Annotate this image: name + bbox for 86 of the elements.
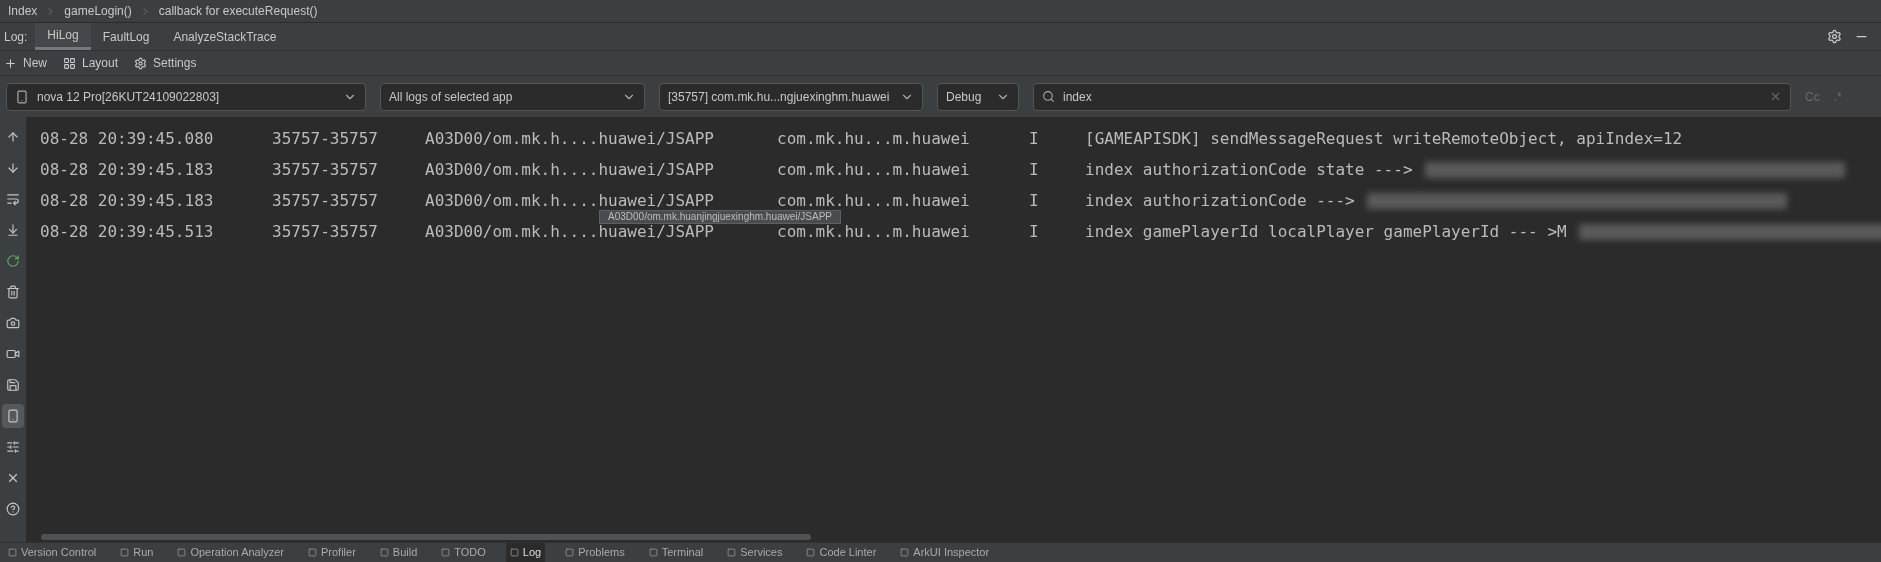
- side-tool-button[interactable]: [2, 404, 24, 428]
- breadcrumb-item[interactable]: Index: [8, 2, 38, 20]
- arrow-down-icon: [6, 161, 20, 175]
- log-message: [GAMEAPISDK] sendMessageRequest writeRemoteObject, apiIndex=12: [1085, 130, 1683, 147]
- tool-window-icon: [648, 548, 658, 557]
- tool-window-icon: [307, 548, 317, 557]
- log-pid: 35757-35757: [272, 161, 379, 178]
- log-time: 08-28 20:39:45.183: [40, 161, 215, 178]
- plus-icon: [4, 56, 17, 70]
- save-icon: [6, 378, 20, 392]
- breadcrumb-item[interactable]: callback for executeRequest(): [158, 2, 318, 20]
- tool-window-tab[interactable]: Run: [116, 543, 158, 562]
- device-dropdown[interactable]: nova 12 Pro[26KUT24109022803]: [6, 82, 366, 111]
- settings-icon[interactable]: [1827, 29, 1842, 44]
- tool-window-tab[interactable]: Problems: [561, 543, 629, 562]
- clear-icon[interactable]: [1769, 90, 1782, 103]
- tool-window-icon: [509, 548, 519, 557]
- scope-dropdown[interactable]: All logs of selected app: [380, 82, 645, 111]
- tool-window-tab[interactable]: Build: [375, 543, 422, 562]
- log-time: 08-28 20:39:45.183: [40, 192, 215, 209]
- log-package: com.mk.hu...m.huawei: [777, 223, 971, 240]
- source-tab[interactable]: HiLog: [35, 23, 91, 50]
- sliders-icon: [6, 440, 20, 454]
- log-tag: A03D00/om.mk.h....huawei/JSAPP: [425, 223, 777, 240]
- log-tag: A03D00/om.mk.h....huawei/JSAPP: [425, 161, 777, 178]
- log-tag: A03D00/om.mk.h....huawei/JSAPP: [425, 130, 777, 147]
- settings-button[interactable]: Settings: [134, 54, 197, 72]
- new-button[interactable]: New: [4, 54, 47, 72]
- log-package: com.mk.hu...m.huawei: [777, 161, 971, 178]
- tool-window-icon: [900, 548, 910, 557]
- log-pid: 35757-35757: [272, 192, 379, 209]
- log-pid: 35757-35757: [272, 223, 379, 240]
- help-icon: [6, 502, 20, 516]
- log-message: index authorizationCode --->: [1085, 192, 1355, 209]
- camera-icon: [6, 316, 20, 330]
- source-tab[interactable]: AnalyzeStackTrace: [161, 23, 289, 50]
- log-package: com.mk.hu...m.huawei: [777, 130, 971, 147]
- arrow-up-icon: [6, 130, 20, 144]
- log-level: I: [1029, 130, 1040, 147]
- scroll-end-icon: [6, 223, 20, 237]
- breadcrumb-item[interactable]: gameLogin(): [64, 2, 132, 20]
- log-time: 08-28 20:39:45.080: [40, 130, 215, 147]
- tool-window-icon: [565, 548, 575, 557]
- log-level: I: [1029, 161, 1040, 178]
- tool-window-icon: [806, 548, 816, 557]
- tool-window-tab[interactable]: TODO: [437, 543, 490, 562]
- log-time: 08-28 20:39:45.513: [40, 223, 215, 240]
- horizontal-scrollbar[interactable]: [41, 534, 811, 540]
- layout-button[interactable]: Layout: [63, 54, 119, 72]
- level-dropdown[interactable]: Debug: [937, 82, 1019, 111]
- tool-window-tab[interactable]: Code Linter: [802, 543, 881, 562]
- tool-window-tab[interactable]: ArkUI Inspector: [896, 543, 994, 562]
- tool-window-tab[interactable]: Version Control: [4, 543, 101, 562]
- tool-window-icon: [177, 548, 187, 557]
- log-tag: A03D00/om.mk.h....huawei/JSAPP: [425, 192, 777, 209]
- log-package: com.mk.hu...m.huawei: [777, 192, 971, 209]
- search-field[interactable]: index: [1033, 82, 1791, 111]
- log-message: index gamePlayerId localPlayer gamePlayerId --- >M: [1085, 223, 1567, 240]
- tooltip: A03D00/om.mk.huanjingjuexinghm.huawei/JSAPP: [599, 210, 841, 224]
- log-label: Log:: [4, 28, 28, 46]
- tool-window-icon: [727, 548, 737, 557]
- tool-window-tab[interactable]: Operation Analyzer: [173, 543, 288, 562]
- search-icon: [1042, 90, 1055, 103]
- log-pid: 35757-35757: [272, 130, 379, 147]
- wrap-icon: [6, 192, 20, 206]
- phone-icon: [6, 409, 20, 423]
- phone-icon: [15, 89, 29, 104]
- restart-icon: [6, 254, 20, 268]
- tool-window-tab[interactable]: Terminal: [644, 543, 708, 562]
- grid-icon: [63, 56, 76, 70]
- log-level: I: [1029, 192, 1040, 209]
- tool-window-tab[interactable]: Log: [505, 543, 546, 562]
- log-message: index authorizationCode state --->: [1085, 161, 1413, 178]
- source-tab[interactable]: FaultLog: [90, 23, 162, 50]
- gear-icon: [134, 56, 148, 70]
- tool-window-icon: [8, 548, 17, 557]
- video-icon: [6, 347, 20, 361]
- process-dropdown[interactable]: [35757] com.mk.hu...ngjuexinghm.huawei: [659, 82, 923, 111]
- tool-window-icon: [120, 548, 130, 557]
- log-level: I: [1029, 223, 1040, 240]
- trash-icon: [6, 285, 20, 299]
- tool-window-icon: [441, 548, 451, 557]
- tool-window-icon: [379, 548, 389, 557]
- tool-window-tab[interactable]: Services: [723, 543, 787, 562]
- tool-window-tab[interactable]: Profiler: [303, 543, 360, 562]
- close-icon: [6, 471, 20, 485]
